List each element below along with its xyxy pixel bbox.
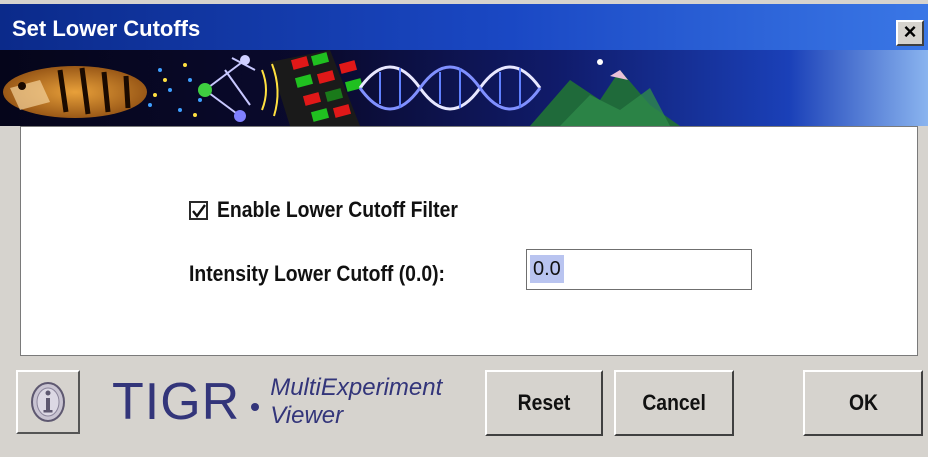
tiger-icon <box>3 66 147 118</box>
intensity-cutoff-value: 0.0 <box>530 255 564 283</box>
tigr-banner-image <box>0 50 928 126</box>
tigr-banner <box>0 50 928 126</box>
ok-button-label: OK <box>848 390 878 415</box>
info-icon <box>31 382 65 422</box>
dialog-footer: TIGR MultiExperiment Viewer Reset Cancel… <box>0 356 928 457</box>
product-name-line1: MultiExperiment <box>270 374 443 401</box>
set-lower-cutoffs-dialog: Set Lower Cutoffs × Enable Lower Cutoff … <box>0 0 928 457</box>
enable-filter-row[interactable]: Enable Lower Cutoff Filter <box>189 195 491 225</box>
settings-panel: Enable Lower Cutoff Filter Intensity Low… <box>20 126 918 356</box>
product-name-line2: Viewer <box>270 402 344 429</box>
enable-filter-checkbox[interactable] <box>189 200 208 220</box>
cancel-button-label: Cancel <box>642 390 706 415</box>
window-title: Set Lower Cutoffs <box>12 16 201 41</box>
tigr-wordmark: TIGR <box>112 373 241 431</box>
ok-button[interactable]: OK <box>803 370 923 436</box>
bullet-icon <box>251 403 260 411</box>
intensity-cutoff-label: Intensity Lower Cutoff (0.0): <box>189 261 445 286</box>
cancel-button[interactable]: Cancel <box>614 370 734 436</box>
reset-button-label: Reset <box>517 390 571 415</box>
info-button[interactable] <box>16 370 80 434</box>
close-button[interactable]: × <box>896 20 924 46</box>
title-bar: Set Lower Cutoffs × <box>0 4 928 54</box>
enable-filter-label: Enable Lower Cutoff Filter <box>217 197 458 222</box>
checkmark-icon <box>192 203 206 218</box>
reset-button[interactable]: Reset <box>485 370 603 436</box>
tigr-logo: TIGR MultiExperiment Viewer <box>112 372 442 432</box>
close-icon: × <box>903 19 917 44</box>
product-name: MultiExperiment Viewer <box>270 374 442 430</box>
